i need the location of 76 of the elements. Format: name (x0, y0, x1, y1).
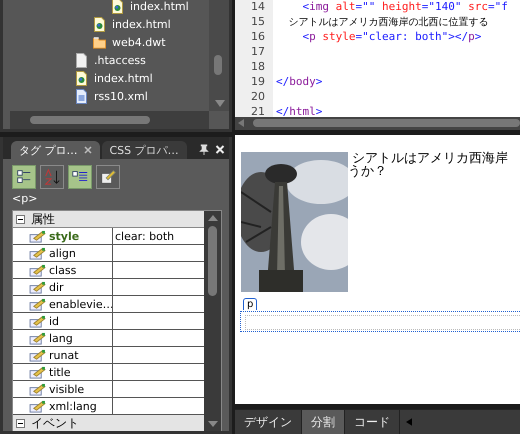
group-header[interactable]: イベント (13, 415, 204, 431)
attribute-icon (29, 366, 46, 378)
attribute-name[interactable]: align (49, 246, 76, 260)
paragraph-text: シアトルはアメリカ西海岸 (352, 152, 508, 165)
view-tab[interactable]: コード (345, 410, 400, 434)
file-name[interactable]: index.html (94, 72, 153, 84)
html-file-icon (93, 16, 106, 32)
attribute-icon (29, 280, 46, 294)
attribute-icon (29, 400, 46, 412)
view-tab[interactable]: 分割 (302, 410, 345, 434)
attribute-name[interactable]: style (49, 230, 80, 242)
attribute-icon (29, 230, 46, 242)
scrollbar[interactable] (10, 111, 209, 129)
selected-tag: <p> (12, 192, 222, 205)
line-number: 14 (250, 0, 265, 13)
code-line: </html> (276, 105, 322, 117)
attribute-icon (29, 264, 46, 276)
folder-icon (93, 34, 106, 50)
toolbar-button[interactable] (40, 165, 64, 189)
line-number: 20 (250, 90, 265, 103)
attribute-name[interactable]: id (49, 314, 60, 328)
paragraph-text: うか？ (348, 165, 388, 178)
scrollbar[interactable] (235, 117, 520, 130)
line-number: 16 (250, 30, 265, 43)
code-line: シアトルはアメリカ西海岸の北西に位置する (288, 16, 489, 28)
attribute-icon (29, 348, 46, 362)
code-editor[interactable]: 14 <img alt="" height="140" src="f 15 シアトルはアメリカ西海岸の北西に位置する 16 <p style="clear: both"></p> 17 18 19 </body> 20 21 </html> (235, 0, 520, 130)
attribute-name[interactable]: runat (49, 348, 79, 362)
line-number: 19 (250, 75, 265, 88)
group-header[interactable]: 属性 (13, 211, 204, 228)
code-line: </body> (276, 75, 322, 88)
xml-file-icon (75, 88, 88, 104)
collapse-icon[interactable] (16, 214, 25, 224)
scrollbar[interactable] (209, 0, 229, 111)
file-name[interactable]: index.html (112, 18, 171, 30)
attribute-icon (29, 298, 46, 310)
html-file-icon (75, 70, 88, 86)
file-name[interactable]: web4.dwt (112, 36, 166, 48)
attribute-name[interactable]: class (49, 264, 76, 276)
html-file-icon (111, 0, 124, 14)
file-icon (75, 52, 88, 68)
attribute-name[interactable]: visible (49, 382, 84, 396)
line-number: 18 (250, 60, 265, 73)
paragraph-box[interactable] (240, 311, 520, 332)
attribute-name[interactable]: dir (49, 280, 64, 294)
sort-icon (43, 168, 61, 186)
attribute-name[interactable]: title (49, 366, 71, 378)
file-name[interactable]: .htaccess (94, 54, 146, 66)
panel-tab[interactable]: タグ プロ… (11, 141, 100, 159)
file-name[interactable]: rss10.xml (94, 90, 148, 102)
attribute-value[interactable]: clear: both (115, 230, 174, 242)
attribute-name[interactable]: enablevie… (49, 298, 112, 310)
attribute-icon (29, 332, 46, 344)
tag-label[interactable]: p (243, 298, 258, 310)
category-list-icon (15, 168, 33, 186)
scrollbar[interactable] (204, 211, 221, 431)
attribute-icon (29, 314, 46, 328)
code-line: <p style="clear: both"></p> (301, 30, 482, 43)
group-title: イベント (31, 414, 79, 431)
panel-tab[interactable]: CSS プロパ… (102, 141, 187, 159)
code-line: <img alt="" height="140" src="f (301, 0, 508, 13)
line-number: 15 (250, 15, 265, 28)
attribute-name[interactable]: xml:lang (49, 400, 97, 412)
edit-tag-icon (99, 168, 117, 186)
pin-icon[interactable] (199, 144, 209, 155)
attribute-icon (29, 246, 46, 260)
file-name[interactable]: index.html (130, 0, 189, 12)
collapse-icon[interactable] (16, 418, 25, 428)
line-number: 17 (250, 45, 265, 58)
line-number: 21 (250, 105, 265, 117)
attribute-name[interactable]: lang (49, 332, 73, 344)
attribute-icon (29, 382, 46, 396)
toolbar-button[interactable] (12, 165, 36, 189)
group-title: 属性 (31, 211, 55, 228)
toolbar-button[interactable] (96, 165, 120, 189)
toolbar-button[interactable] (68, 165, 92, 189)
